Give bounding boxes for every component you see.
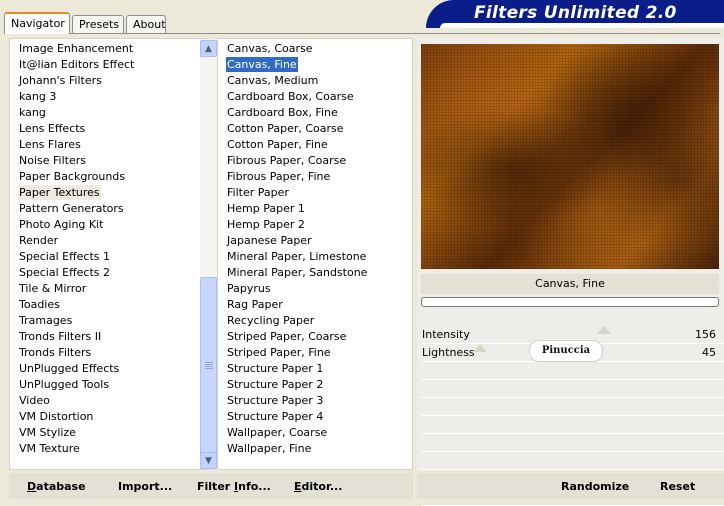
current-filter-name: Canvas, Fine	[421, 274, 719, 294]
category-item[interactable]: Johann's Filters	[18, 73, 103, 88]
category-item[interactable]: Tramages	[18, 313, 73, 328]
category-scrollbar[interactable]: ▲ ▼	[200, 39, 217, 469]
filter-item[interactable]: Cotton Paper, Fine	[226, 137, 329, 152]
slider-marker[interactable]	[473, 344, 487, 352]
filter-item[interactable]: Striped Paper, Fine	[226, 345, 332, 360]
slider-marker[interactable]	[597, 326, 611, 334]
category-item[interactable]: VM Texture	[18, 441, 81, 456]
control-label: Lightness	[422, 346, 475, 359]
category-item[interactable]: Video	[18, 393, 51, 408]
scroll-up-button[interactable]: ▲	[200, 40, 217, 57]
filter-item[interactable]: Wallpaper, Fine	[226, 441, 312, 456]
category-item[interactable]: Tronds Filters	[18, 345, 92, 360]
control-row	[421, 434, 724, 452]
scroll-down-button[interactable]: ▼	[200, 452, 217, 469]
filter-item[interactable]: Japanese Paper	[226, 233, 313, 248]
tab-divider	[4, 33, 720, 34]
category-item[interactable]: UnPlugged Effects	[18, 361, 120, 376]
filter-item[interactable]: Filter Paper	[226, 185, 290, 200]
filter-item[interactable]: Structure Paper 3	[226, 393, 324, 408]
category-item[interactable]: Photo Aging Kit	[18, 217, 104, 232]
category-item[interactable]: Special Effects 2	[18, 265, 111, 280]
category-item[interactable]: It@lian Editors Effect	[18, 57, 135, 72]
filter-item[interactable]: Rag Paper	[226, 297, 284, 312]
category-item[interactable]: Tile & Mirror	[18, 281, 87, 296]
filter-item[interactable]: Structure Paper 1	[226, 361, 324, 376]
filter-item[interactable]: Cardboard Box, Coarse	[226, 89, 355, 104]
category-item[interactable]: Render	[18, 233, 59, 248]
category-item[interactable]: Paper Textures	[18, 185, 101, 200]
category-item[interactable]: Toadies	[18, 297, 61, 312]
filter-item[interactable]: Fibrous Paper, Fine	[226, 169, 331, 184]
filter-preview-image	[421, 44, 719, 269]
category-item[interactable]: Image Enhancement	[18, 41, 134, 56]
progress-bar	[421, 297, 719, 307]
filter-item[interactable]: Canvas, Medium	[226, 73, 319, 88]
reset-button[interactable]: Reset	[660, 480, 695, 493]
category-item[interactable]: Lens Flares	[18, 137, 82, 152]
randomize-button[interactable]: Randomize	[561, 480, 629, 493]
filter-item[interactable]: Cardboard Box, Fine	[226, 105, 339, 120]
filter-item[interactable]: Structure Paper 2	[226, 377, 324, 392]
grip-icon	[205, 362, 213, 370]
category-item[interactable]: Tronds Filters II	[18, 329, 102, 344]
control-value: 45	[702, 346, 716, 359]
category-item[interactable]: Paper Backgrounds	[18, 169, 126, 184]
tab-about[interactable]: About	[126, 15, 166, 33]
filter-item[interactable]: Canvas, Coarse	[226, 41, 314, 56]
filter-item[interactable]: Recycling Paper	[226, 313, 315, 328]
app-banner: Filters Unlimited 2.0	[426, 0, 724, 28]
filter-item[interactable]: Structure Paper 4	[226, 409, 324, 424]
chevron-up-icon: ▲	[205, 43, 212, 54]
filter-item[interactable]: Hemp Paper 1	[226, 201, 306, 216]
bottom-toolbar: Database Import... Filter Info... Editor…	[0, 470, 724, 501]
category-list-panel: Image Enhancement It@lian Editors Effect J…	[9, 38, 217, 470]
category-item[interactable]: UnPlugged Tools	[18, 377, 110, 392]
filter-item[interactable]: Canvas, Fine	[226, 57, 298, 72]
filter-info-button[interactable]: Filter Info...	[197, 480, 271, 493]
category-item[interactable]: Noise Filters	[18, 153, 87, 168]
filter-item[interactable]: Striped Paper, Coarse	[226, 329, 347, 344]
database-button[interactable]: Database	[27, 480, 86, 493]
category-item[interactable]: VM Distortion	[18, 409, 94, 424]
control-row	[421, 398, 724, 416]
filter-item[interactable]: Cotton Paper, Coarse	[226, 121, 345, 136]
filter-item[interactable]: Wallpaper, Coarse	[226, 425, 328, 440]
import-button[interactable]: Import...	[118, 480, 172, 493]
category-item[interactable]: Pattern Generators	[18, 201, 125, 216]
scroll-thumb[interactable]	[200, 277, 217, 455]
filter-item[interactable]: Papyrus	[226, 281, 272, 296]
filter-item[interactable]: Hemp Paper 2	[226, 217, 306, 232]
control-row	[421, 362, 724, 380]
control-row	[421, 452, 724, 470]
category-item[interactable]: VM Stylize	[18, 425, 77, 440]
tab-presets[interactable]: Presets	[72, 15, 124, 33]
control-label: Intensity	[422, 328, 470, 341]
chevron-down-icon: ▼	[205, 455, 212, 466]
preview-panel: Canvas, Fine Intensity 156 Lightness 45 Pin…	[417, 38, 724, 506]
control-value: 156	[695, 328, 716, 341]
category-item[interactable]: Special Effects 1	[18, 249, 111, 264]
watermark-label: Pinuccia	[529, 340, 603, 362]
control-row	[421, 416, 724, 434]
editor-button[interactable]: Editor...	[294, 480, 342, 493]
filter-item[interactable]: Mineral Paper, Sandstone	[226, 265, 368, 280]
filter-item[interactable]: Mineral Paper, Limestone	[226, 249, 367, 264]
category-item[interactable]: kang 3	[18, 89, 57, 104]
category-item[interactable]: kang	[18, 105, 47, 120]
tab-navigator[interactable]: Navigator	[4, 12, 70, 34]
filter-list-panel: Canvas, Coarse Canvas, Fine Canvas, Medium…	[217, 38, 413, 470]
banner-title: Filters Unlimited 2.0	[474, 3, 677, 23]
category-item[interactable]: Lens Effects	[18, 121, 86, 136]
filter-item[interactable]: Fibrous Paper, Coarse	[226, 153, 347, 168]
control-row	[421, 380, 724, 398]
